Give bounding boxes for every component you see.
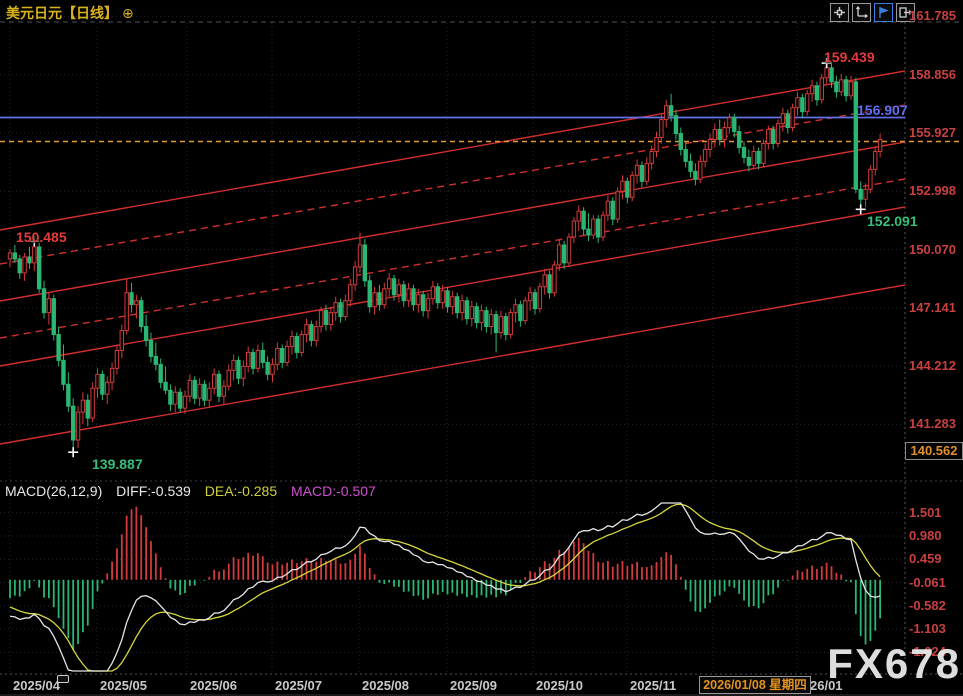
extreme-price-label: 152.091 <box>867 213 918 229</box>
chart-title: 美元日元【日线】⊕ <box>6 3 134 23</box>
flag-marker-icon[interactable] <box>874 3 893 22</box>
chart-canvas[interactable] <box>0 0 963 696</box>
time-tick-label: 2025/08 <box>362 678 409 693</box>
time-tick-label: 2025/04 <box>13 678 60 693</box>
time-tick-label: 2025/06 <box>190 678 237 693</box>
price-tick-label: 161.785 <box>909 8 956 23</box>
cursor-date-box: 2026/01/08 星期四 <box>699 676 811 694</box>
macd-tick-label: -0.061 <box>909 575 946 590</box>
macd-tick-label: 0.459 <box>909 551 942 566</box>
extreme-price-label: 150.485 <box>16 229 67 245</box>
price-tick-label: 152.998 <box>909 183 956 198</box>
macd-hist-value: MACD:-0.507 <box>291 483 376 499</box>
time-tick-label: 2025/11 <box>630 678 676 693</box>
macd-tick-label: 0.980 <box>909 528 942 543</box>
time-tick-label: 2025/09 <box>450 678 497 693</box>
watermark: FX678 <box>827 640 961 688</box>
macd-tick-label: -0.582 <box>909 598 946 613</box>
price-tick-label: 155.927 <box>909 125 956 140</box>
symbol-name: 美元日元 <box>6 5 62 21</box>
price-tick-label: 144.212 <box>909 358 956 373</box>
extreme-price-label: 139.887 <box>92 456 143 472</box>
price-tick-label: 147.141 <box>909 300 956 315</box>
app-window: 美元日元【日线】⊕ 161.785 158.856 155.927 152.998 15… <box>0 0 963 696</box>
price-tick-label: 158.856 <box>909 67 956 82</box>
price-tick-label: 150.070 <box>909 242 956 257</box>
time-tick-label: 2025/05 <box>100 678 147 693</box>
zoom-add-icon[interactable]: ⊕ <box>122 5 134 21</box>
blue-level-label: 156.907 <box>857 102 908 118</box>
pan-move-icon[interactable] <box>830 3 849 22</box>
time-tick-label: 2025/10 <box>536 678 583 693</box>
chart-toolbar <box>830 3 915 22</box>
macd-tick-label: -1.103 <box>909 621 946 636</box>
time-tick-label: 2025/07 <box>275 678 322 693</box>
macd-diff-value: DIFF:-0.539 <box>116 483 191 499</box>
macd-tick-label: 1.501 <box>909 505 942 520</box>
extreme-price-label: 159.439 <box>824 49 875 65</box>
macd-indicator-name: MACD(26,12,9) <box>5 483 102 499</box>
macd-header: MACD(26,12,9) DIFF:-0.539 DEA:-0.285 MAC… <box>5 483 386 499</box>
price-marker-label: 140.562 <box>905 442 963 460</box>
price-tick-label: 141.283 <box>909 416 956 431</box>
time-axis-handle[interactable] <box>57 675 69 683</box>
period-label: 【日线】 <box>62 5 118 21</box>
macd-dea-value: DEA:-0.285 <box>205 483 277 499</box>
axis-scale-icon[interactable] <box>852 3 871 22</box>
